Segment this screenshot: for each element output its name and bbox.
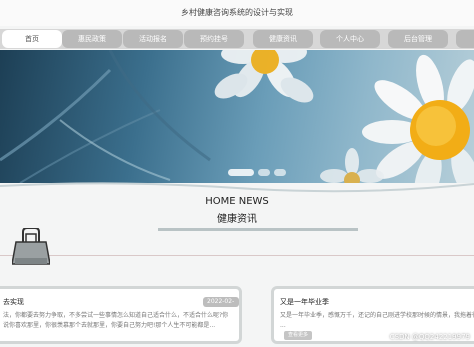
news-card-excerpt-1: 法，你都要去努力争取，不多尝试一些事情怎么知道自己适合什么，不适合什么呢?你 [3,312,229,319]
nav-item-admin[interactable]: 后台管理 [388,30,448,48]
nav-item-home[interactable]: 首页 [2,30,62,48]
news-card-title: 去实现 [3,298,24,306]
news-card-excerpt-1: 又是一年毕业季，感慨万千，还记的自己刚进学校那时候的情景，我拖着行李箱 [280,312,474,319]
binder-clip-icon [12,228,50,265]
carousel-dot-2[interactable] [258,169,270,176]
nav-item-activity[interactable]: 活动报名 [123,30,183,48]
news-card-title: 又是一年毕业季 [280,298,329,306]
banner-carousel[interactable] [0,50,474,183]
news-card-excerpt-2: ... [280,322,286,329]
news-card-date: 2022-02-08 [203,297,239,315]
nav-item-health-news[interactable]: 健康资讯 [253,30,313,48]
nav-item-appointment[interactable]: 预约挂号 [184,30,244,48]
news-card-excerpt-2: 说你喜欢那里，你很羡慕那个去就那里，你要自己努力吧!那个人生不可能都是... [3,322,216,329]
news-card-more-button[interactable]: 查看更多 [284,331,312,340]
nav-item-personal-center[interactable]: 个人中心 [320,30,380,48]
divider-line [0,255,474,256]
section-title-cn: 健康资讯 [217,214,257,225]
page: 乡村健康咨询系统的设计与实现 首页 惠民政策 活动报名 预约挂号 健康资讯 个人… [0,0,474,347]
nav-item-policy[interactable]: 惠民政策 [62,30,122,48]
site-title: 乡村健康咨询系统的设计与实现 [0,0,474,26]
carousel-dot-3[interactable] [274,169,286,176]
main-nav: 首页 惠民政策 活动报名 预约挂号 健康资讯 个人中心 后台管理 [0,29,474,49]
carousel-indicators [228,169,288,177]
news-card[interactable]: 去实现 2022-02-08 法，你都要去努力争取，不多尝试一些事情怎么知道自己… [0,286,242,344]
watermark: CSDN @QQ242219979 [389,333,470,341]
carousel-dot-1[interactable] [228,169,254,176]
banner-image [0,50,474,183]
nav-item-overflow[interactable] [456,30,474,48]
section-title-underline [158,228,358,231]
section-title-en: HOME NEWS [205,196,269,207]
